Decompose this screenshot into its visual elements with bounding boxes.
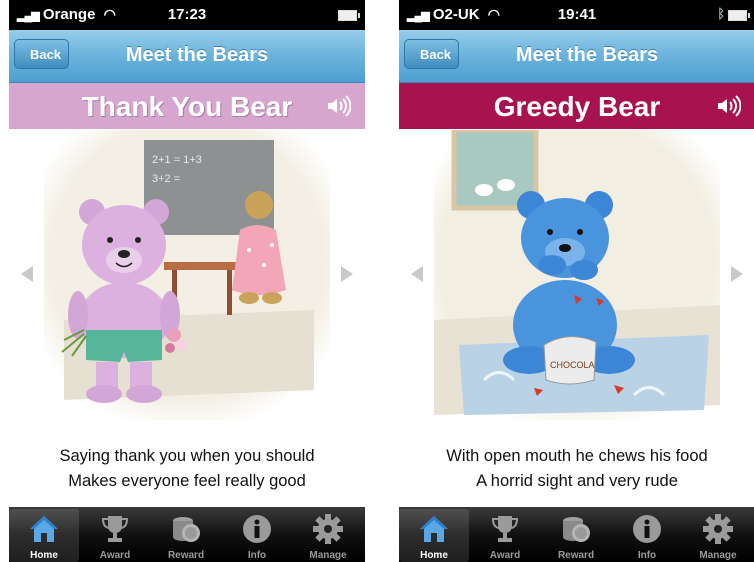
tab-label: Manage bbox=[699, 550, 737, 561]
trophy-icon bbox=[491, 516, 519, 542]
tab-label: Home bbox=[30, 550, 58, 561]
tab-reward[interactable]: Reward bbox=[541, 509, 611, 562]
tab-bar: Home Award Reward Info Manage bbox=[9, 507, 365, 562]
home-icon bbox=[30, 516, 58, 542]
tab-award[interactable]: Award bbox=[80, 509, 150, 562]
coins-icon bbox=[563, 517, 590, 542]
tab-label: Award bbox=[99, 550, 131, 561]
speaker-icon[interactable] bbox=[325, 93, 351, 119]
gear-icon bbox=[703, 514, 733, 544]
chocolate-bag-label: CHOCOLA bbox=[550, 360, 595, 370]
battery-icon bbox=[728, 10, 750, 21]
next-bear-arrow[interactable] bbox=[341, 266, 353, 282]
tab-award[interactable]: Award bbox=[470, 509, 540, 562]
greedy-bear-illustration: CHOCOLA bbox=[434, 130, 720, 420]
speaker-icon[interactable] bbox=[715, 93, 741, 119]
tab-home[interactable]: Home bbox=[9, 509, 79, 562]
nav-title: Meet the Bears bbox=[125, 44, 269, 66]
tab-label: Reward bbox=[557, 550, 595, 561]
thank-you-bear-illustration: 2+1 = 1+3 3+2 = bbox=[44, 130, 330, 420]
tab-info[interactable]: Info bbox=[222, 509, 292, 562]
battery-icon bbox=[338, 10, 360, 21]
bluetooth-icon: ᛒ bbox=[717, 6, 725, 21]
chalkboard-line-1: 2+1 = 1+3 bbox=[152, 154, 202, 166]
rhyme-line-1: With open mouth he chews his food bbox=[446, 447, 708, 465]
info-icon bbox=[243, 515, 271, 543]
navigation-bar: Back Meet the Bears bbox=[9, 30, 365, 83]
tab-reward[interactable]: Reward bbox=[151, 509, 221, 562]
previous-bear-arrow[interactable] bbox=[21, 266, 33, 282]
bear-name-banner: Greedy Bear bbox=[399, 83, 754, 129]
tab-bar: Home Award Reward Info Manage bbox=[399, 507, 754, 562]
coins-icon bbox=[173, 517, 200, 542]
trophy-icon bbox=[101, 516, 129, 542]
nav-title: Meet the Bears bbox=[515, 44, 659, 66]
tab-manage[interactable]: Manage bbox=[683, 509, 753, 562]
status-bar: ▂▄▆ Orange ◠ 17:23 bbox=[9, 0, 365, 30]
bear-name-banner: Thank You Bear bbox=[9, 83, 365, 129]
tab-info[interactable]: Info bbox=[612, 509, 682, 562]
status-time: 17:23 bbox=[167, 6, 207, 23]
tab-label: Home bbox=[420, 550, 448, 561]
bear-name: Greedy Bear bbox=[493, 91, 661, 122]
tab-home[interactable]: Home bbox=[399, 509, 469, 562]
tab-label: Info bbox=[247, 550, 267, 561]
rhyme-line-1: Saying thank you when you should bbox=[59, 447, 315, 465]
phone-screen-right: ▂▄▆ O2-UK ◠ 19:41 ᛒ Back Meet the Bears … bbox=[399, 0, 754, 562]
previous-bear-arrow[interactable] bbox=[411, 266, 423, 282]
status-bar: ▂▄▆ O2-UK ◠ 19:41 ᛒ bbox=[399, 0, 754, 30]
tab-label: Reward bbox=[167, 550, 205, 561]
tab-label: Award bbox=[489, 550, 521, 561]
navigation-bar: Back Meet the Bears bbox=[399, 30, 754, 83]
rhyme-line-2: Makes everyone feel really good bbox=[68, 472, 306, 490]
phone-screen-left: ▂▄▆ Orange ◠ 17:23 Back Meet the Bears T… bbox=[9, 0, 365, 562]
gear-icon bbox=[313, 514, 343, 544]
bear-name: Thank You Bear bbox=[81, 91, 293, 122]
home-icon bbox=[420, 516, 448, 542]
rhyme-line-2: A horrid sight and very rude bbox=[476, 472, 678, 490]
tab-label: Manage bbox=[309, 550, 347, 561]
tab-label: Info bbox=[637, 550, 657, 561]
info-icon bbox=[633, 515, 661, 543]
chalkboard-line-2: 3+2 = bbox=[152, 173, 180, 185]
next-bear-arrow[interactable] bbox=[731, 266, 743, 282]
status-time: 19:41 bbox=[557, 6, 597, 23]
tab-manage[interactable]: Manage bbox=[293, 509, 363, 562]
